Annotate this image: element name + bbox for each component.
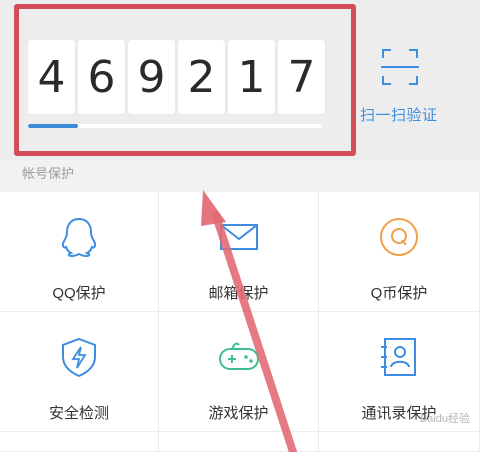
q-coin-icon bbox=[380, 218, 418, 256]
feature-security-check[interactable]: 安全检测 bbox=[0, 312, 159, 432]
qq-penguin-icon bbox=[61, 217, 97, 258]
feature-qcoin-protect[interactable]: Q币保护 bbox=[319, 192, 480, 312]
contact-book-icon bbox=[381, 338, 416, 376]
highlight-box bbox=[14, 4, 356, 156]
feature-label: 邮箱保护 bbox=[208, 285, 269, 302]
grid-row-partial bbox=[0, 432, 159, 452]
grid-row-partial bbox=[159, 432, 319, 452]
scan-verify-link[interactable]: 扫一扫验证 bbox=[360, 104, 438, 125]
feature-game-protect[interactable]: 游戏保护 bbox=[159, 312, 319, 432]
feature-label: Q币保护 bbox=[370, 285, 428, 302]
feature-grid: QQ保护 邮箱保护 Q币保护 安全检测 游戏保护 通讯录保护 bbox=[0, 192, 480, 452]
feature-label: QQ保护 bbox=[52, 285, 106, 302]
grid-row-partial bbox=[319, 432, 480, 452]
watermark: Baidu经验 bbox=[419, 413, 470, 425]
feature-email-protect[interactable]: 邮箱保护 bbox=[159, 192, 319, 312]
envelope-icon bbox=[219, 224, 258, 250]
lightning-shield-icon bbox=[62, 337, 96, 378]
scan-frame-icon[interactable] bbox=[379, 46, 421, 88]
gamepad-icon bbox=[218, 342, 259, 370]
feature-label: 安全检测 bbox=[48, 405, 109, 422]
section-title: 帐号保护 bbox=[22, 166, 75, 181]
feature-label: 游戏保护 bbox=[208, 405, 269, 422]
feature-qq-protect[interactable]: QQ保护 bbox=[0, 192, 159, 312]
token-panel: 4 6 9 2 1 7 扫一扫验证 bbox=[0, 0, 480, 160]
